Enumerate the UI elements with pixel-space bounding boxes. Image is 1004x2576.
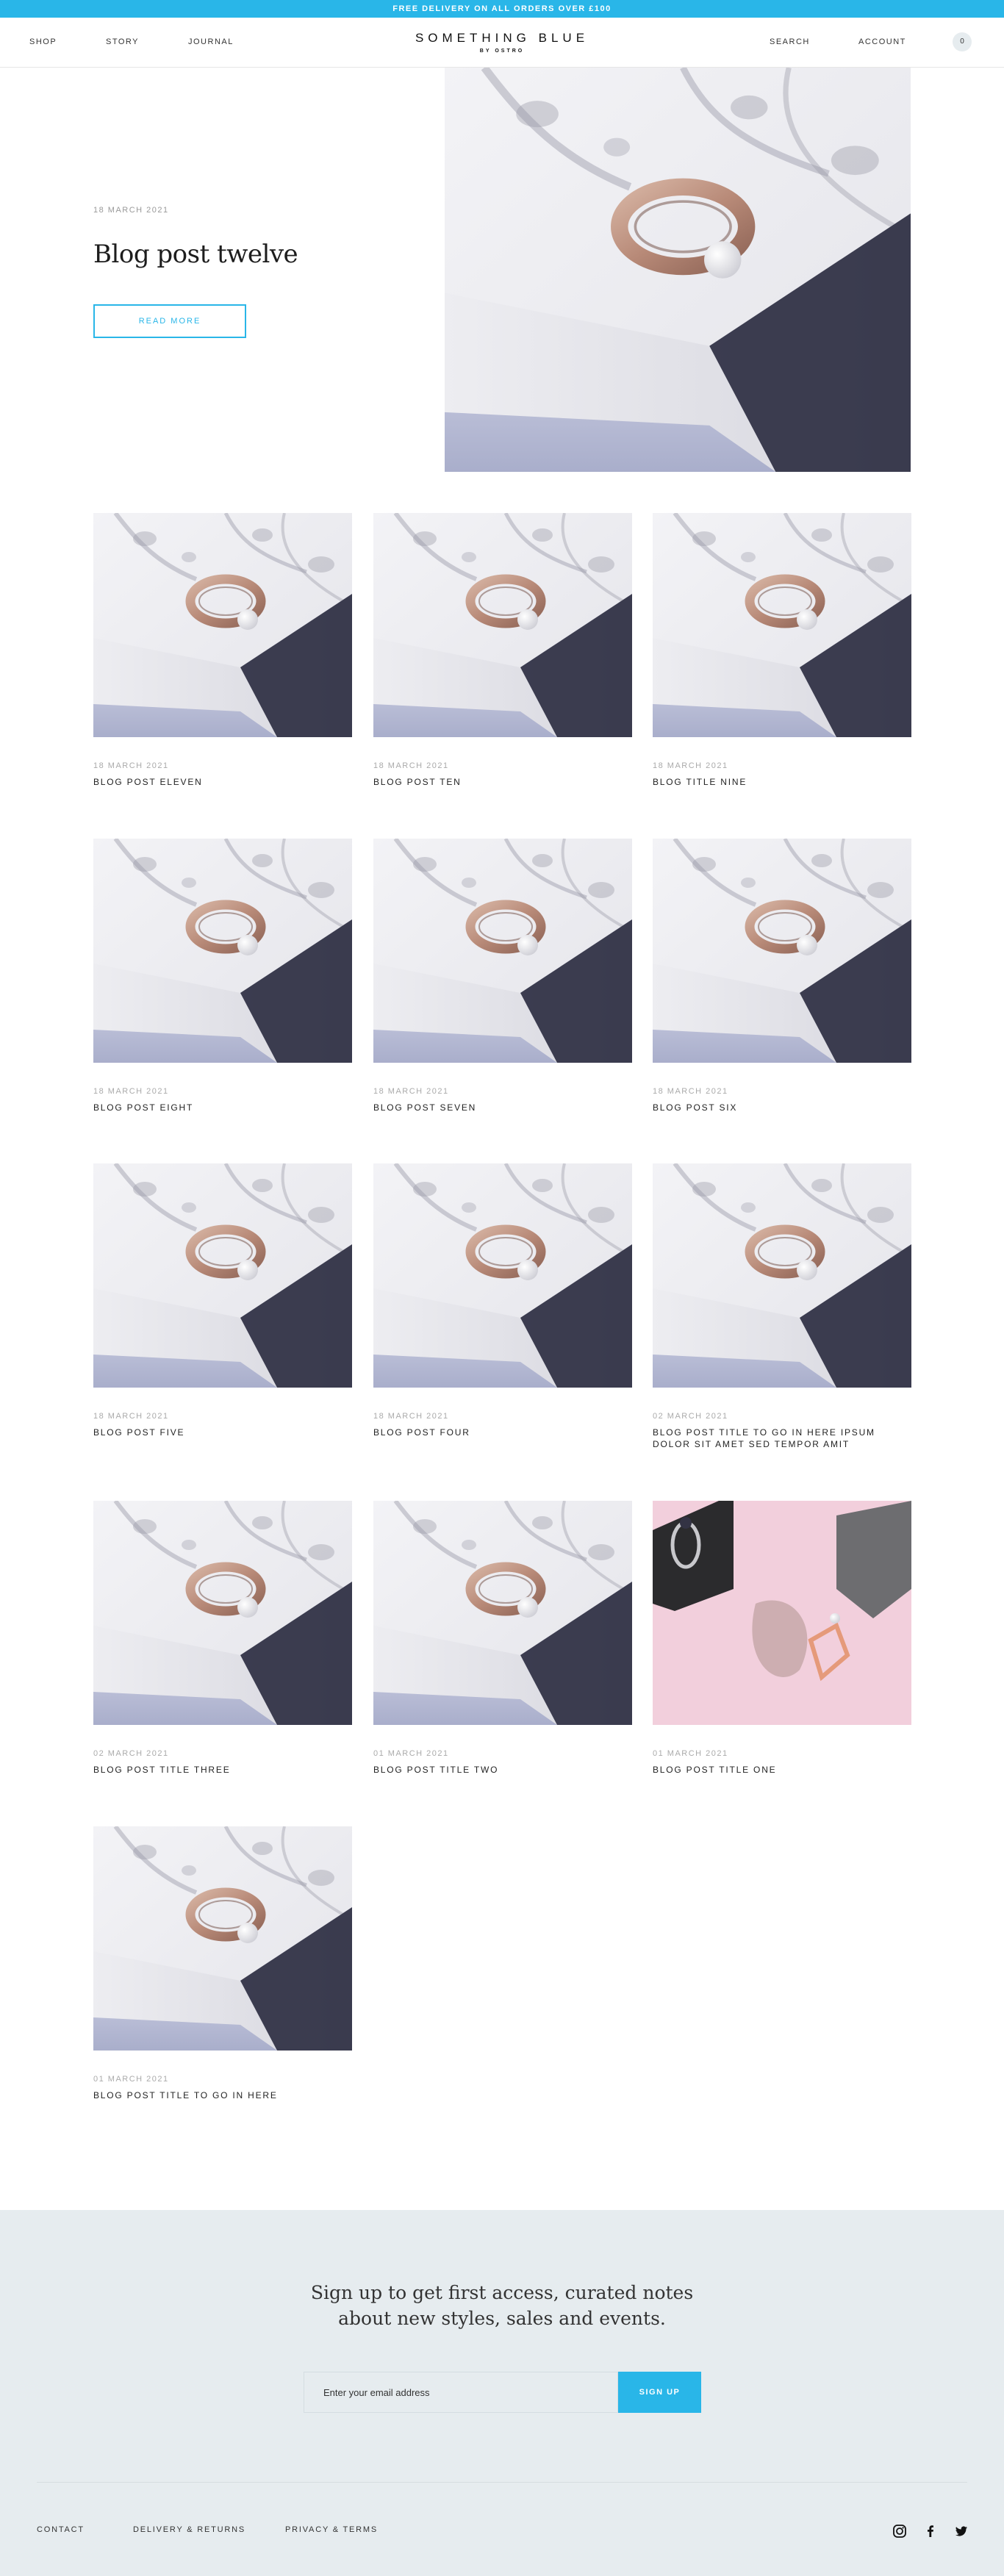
post-card[interactable]: 18 MARCH 2021 BLOG TITLE NINE [653, 513, 911, 788]
site-header: SHOP STORY JOURNAL SOMETHING BLUE BY OST… [0, 18, 1004, 68]
post-image[interactable] [93, 839, 352, 1063]
post-title[interactable]: BLOG POST SIX [653, 1102, 911, 1113]
post-date: 18 MARCH 2021 [93, 1412, 169, 1421]
post-image[interactable] [373, 513, 632, 737]
post-title[interactable]: BLOG POST FOUR [373, 1427, 632, 1438]
post-title[interactable]: BLOG POST TEN [373, 776, 632, 788]
post-title[interactable]: BLOG POST TITLE TO GO IN HERE [93, 2089, 352, 2101]
post-date: 18 MARCH 2021 [93, 1087, 169, 1096]
post-card[interactable]: 18 MARCH 2021 BLOG POST SIX [653, 839, 911, 1113]
post-date: 02 MARCH 2021 [93, 1749, 169, 1758]
instagram-icon[interactable] [892, 2524, 907, 2539]
brand-subtitle: BY OSTRO [479, 49, 525, 54]
post-title[interactable]: BLOG POST SEVEN [373, 1102, 632, 1113]
post-card[interactable]: 01 MARCH 2021 BLOG POST TITLE TO GO IN HE… [93, 1826, 352, 2101]
twitter-icon[interactable] [954, 2524, 969, 2539]
post-image[interactable] [93, 513, 352, 737]
post-image[interactable] [653, 1163, 911, 1388]
newsletter-heading-line-2: about new styles, sales and events. [338, 2308, 666, 2329]
post-title[interactable]: BLOG POST TITLE ONE [653, 1764, 911, 1776]
post-date: 01 MARCH 2021 [373, 1749, 449, 1758]
nav-search[interactable]: SEARCH [770, 37, 810, 46]
footer-link-delivery-returns[interactable]: DELIVERY & RETURNS [133, 2525, 245, 2534]
post-image[interactable] [653, 1501, 911, 1725]
post-image[interactable] [373, 1163, 632, 1388]
post-image[interactable] [653, 513, 911, 737]
brand-name: SOMETHING BLUE [415, 31, 589, 45]
post-date: 01 MARCH 2021 [653, 1749, 728, 1758]
post-title[interactable]: BLOG TITLE NINE [653, 776, 911, 788]
post-title[interactable]: BLOG POST TITLE TWO [373, 1764, 632, 1776]
hero-date: 18 MARCH 2021 [93, 206, 169, 215]
cart-count-badge[interactable]: 0 [953, 32, 972, 51]
hero-image[interactable] [445, 68, 911, 472]
post-title[interactable]: BLOG POST TITLE THREE [93, 1764, 352, 1776]
post-image[interactable] [653, 839, 911, 1063]
post-date: 02 MARCH 2021 [653, 1412, 728, 1421]
post-image[interactable] [93, 1163, 352, 1388]
post-card[interactable]: 18 MARCH 2021 BLOG POST SEVEN [373, 839, 632, 1113]
post-date: 18 MARCH 2021 [93, 761, 169, 770]
email-input[interactable] [304, 2372, 618, 2413]
footer-link-privacy-terms[interactable]: PRIVACY & TERMS [285, 2525, 378, 2534]
post-title[interactable]: BLOG POST FIVE [93, 1427, 352, 1438]
post-card[interactable]: 18 MARCH 2021 BLOG POST FOUR [373, 1163, 632, 1438]
facebook-icon[interactable] [923, 2524, 938, 2539]
post-date: 18 MARCH 2021 [373, 761, 449, 770]
post-title[interactable]: BLOG POST ELEVEN [93, 776, 352, 788]
post-card[interactable]: 01 MARCH 2021 BLOG POST TITLE ONE [653, 1501, 911, 1776]
footer-divider [37, 2482, 967, 2483]
post-card[interactable]: 02 MARCH 2021 BLOG POST TITLE THREE [93, 1501, 352, 1776]
post-card[interactable]: 18 MARCH 2021 BLOG POST ELEVEN [93, 513, 352, 788]
post-image[interactable] [373, 1501, 632, 1725]
post-image[interactable] [93, 1826, 352, 2051]
post-image[interactable] [373, 839, 632, 1063]
post-title[interactable]: BLOG POST TITLE TO GO IN HERE IPSUM DOLO… [653, 1427, 911, 1450]
sign-up-button[interactable]: SIGN UP [618, 2372, 701, 2413]
post-date: 18 MARCH 2021 [653, 761, 728, 770]
hero-title[interactable]: Blog post twelve [93, 240, 298, 269]
newsletter-heading: Sign up to get first access, curated not… [282, 2280, 722, 2331]
post-date: 18 MARCH 2021 [653, 1087, 728, 1096]
post-date: 18 MARCH 2021 [373, 1087, 449, 1096]
post-card[interactable]: 18 MARCH 2021 BLOG POST TEN [373, 513, 632, 788]
post-title[interactable]: BLOG POST EIGHT [93, 1102, 352, 1113]
footer-link-contact[interactable]: CONTACT [37, 2525, 85, 2534]
post-card[interactable]: 18 MARCH 2021 BLOG POST FIVE [93, 1163, 352, 1438]
post-card[interactable]: 02 MARCH 2021 BLOG POST TITLE TO GO IN HE… [653, 1163, 911, 1450]
post-date: 18 MARCH 2021 [373, 1412, 449, 1421]
newsletter-section: Sign up to get first access, curated not… [0, 2210, 1004, 2576]
post-card[interactable]: 01 MARCH 2021 BLOG POST TITLE TWO [373, 1501, 632, 1776]
nav-account[interactable]: ACCOUNT [858, 37, 906, 46]
post-date: 01 MARCH 2021 [93, 2075, 169, 2084]
post-card[interactable]: 18 MARCH 2021 BLOG POST EIGHT [93, 839, 352, 1113]
newsletter-heading-line-1: Sign up to get first access, curated not… [310, 2282, 694, 2303]
brand-logo[interactable]: SOMETHING BLUE BY OSTRO [0, 31, 1004, 54]
hero-post: 18 MARCH 2021 Blog post twelve READ MORE [93, 68, 911, 472]
read-more-button[interactable]: READ MORE [93, 304, 246, 338]
announcement-bar: FREE DELIVERY ON ALL ORDERS OVER £100 [0, 0, 1004, 18]
post-image[interactable] [93, 1501, 352, 1725]
